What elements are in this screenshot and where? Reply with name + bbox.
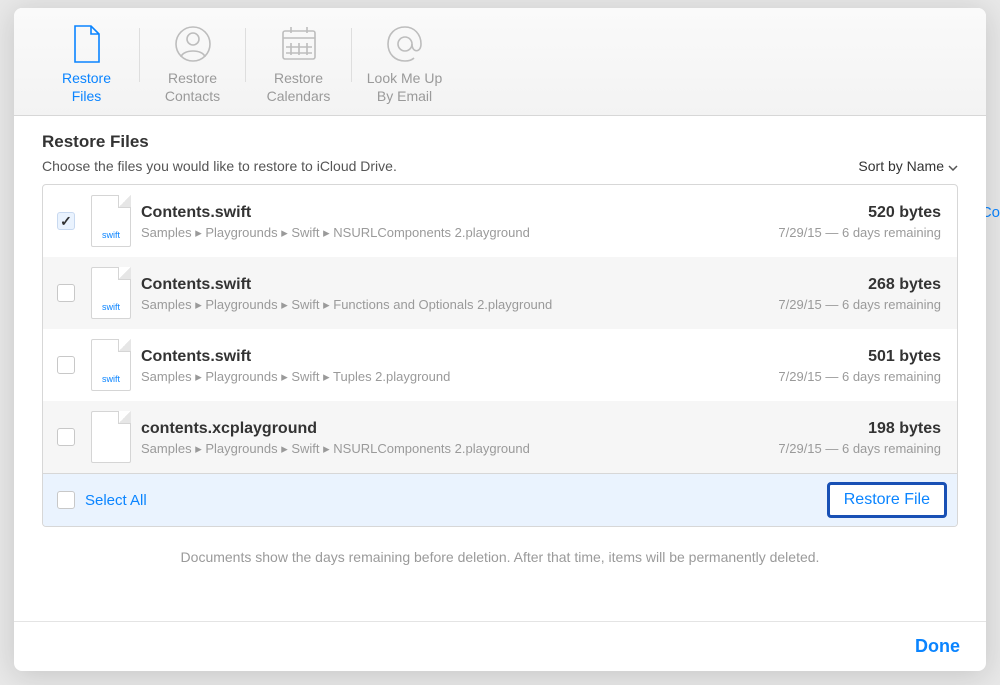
file-list: swift Contents.swift Samples ▸ Playgroun… (42, 184, 958, 527)
tab-restore-calendars[interactable]: Restore Calendars (246, 20, 351, 107)
file-path: Samples ▸ Playgrounds ▸ Swift ▸ NSURLCom… (141, 225, 768, 241)
file-row[interactable]: swift Contents.swift Samples ▸ Playgroun… (43, 329, 957, 401)
file-name: Contents.swift (141, 348, 768, 366)
file-thumbnail: swift (91, 339, 131, 391)
tab-look-me-up[interactable]: Look Me Up By Email (352, 20, 457, 107)
content-area: Restore Files Choose the files you would… (14, 116, 986, 621)
file-icon (71, 22, 103, 66)
chevron-down-icon (948, 158, 958, 174)
done-button[interactable]: Done (915, 636, 960, 656)
deletion-note: Documents show the days remaining before… (42, 527, 958, 587)
select-all-checkbox[interactable] (57, 491, 75, 509)
file-size: 501 bytes (778, 348, 941, 366)
file-path: Samples ▸ Playgrounds ▸ Swift ▸ Function… (141, 297, 768, 313)
file-row[interactable]: swift Contents.swift Samples ▸ Playgroun… (43, 257, 957, 329)
file-thumbnail (91, 411, 131, 463)
file-name: Contents.swift (141, 204, 768, 222)
at-icon (384, 22, 426, 66)
select-all-label: Select All (85, 492, 147, 509)
file-size: 268 bytes (778, 276, 941, 294)
calendar-icon (279, 22, 319, 66)
file-thumbnail: swift (91, 195, 131, 247)
list-footer: Select All Restore File (43, 473, 957, 526)
tab-label: Restore Contacts (165, 70, 220, 105)
file-path: Samples ▸ Playgrounds ▸ Swift ▸ Tuples 2… (141, 369, 768, 385)
tab-label: Restore Calendars (267, 70, 331, 105)
page-subtitle: Choose the files you would like to resto… (42, 158, 397, 174)
tab-label: Look Me Up By Email (367, 70, 442, 105)
tab-restore-contacts[interactable]: Restore Contacts (140, 20, 245, 107)
file-thumbnail: swift (91, 267, 131, 319)
modal-footer: Done (14, 621, 986, 671)
restore-file-button[interactable]: Restore File (827, 482, 947, 518)
restore-files-modal: Restore Files Restore Contacts (14, 8, 986, 671)
file-date: 7/29/15 — 6 days remaining (778, 369, 941, 384)
row-checkbox[interactable] (57, 212, 75, 230)
row-checkbox[interactable] (57, 356, 75, 374)
file-name: Contents.swift (141, 276, 768, 294)
file-row[interactable]: swift Contents.swift Samples ▸ Playgroun… (43, 185, 957, 257)
file-date: 7/29/15 — 6 days remaining (778, 441, 941, 456)
tab-restore-files[interactable]: Restore Files (34, 20, 139, 107)
toolbar: Restore Files Restore Contacts (14, 8, 986, 116)
sort-label: Sort by Name (858, 158, 944, 174)
file-path: Samples ▸ Playgrounds ▸ Swift ▸ NSURLCom… (141, 441, 768, 457)
row-checkbox[interactable] (57, 284, 75, 302)
file-size: 198 bytes (778, 420, 941, 438)
file-name: contents.xcplayground (141, 420, 768, 438)
sort-dropdown[interactable]: Sort by Name (858, 158, 958, 174)
select-all-button[interactable]: Select All (57, 491, 147, 509)
file-date: 7/29/15 — 6 days remaining (778, 225, 941, 240)
file-size: 520 bytes (778, 204, 941, 222)
contact-icon (173, 22, 213, 66)
tab-label: Restore Files (62, 70, 111, 105)
page-title: Restore Files (42, 132, 958, 152)
row-checkbox[interactable] (57, 428, 75, 446)
file-date: 7/29/15 — 6 days remaining (778, 297, 941, 312)
file-row[interactable]: contents.xcplayground Samples ▸ Playgrou… (43, 401, 957, 473)
